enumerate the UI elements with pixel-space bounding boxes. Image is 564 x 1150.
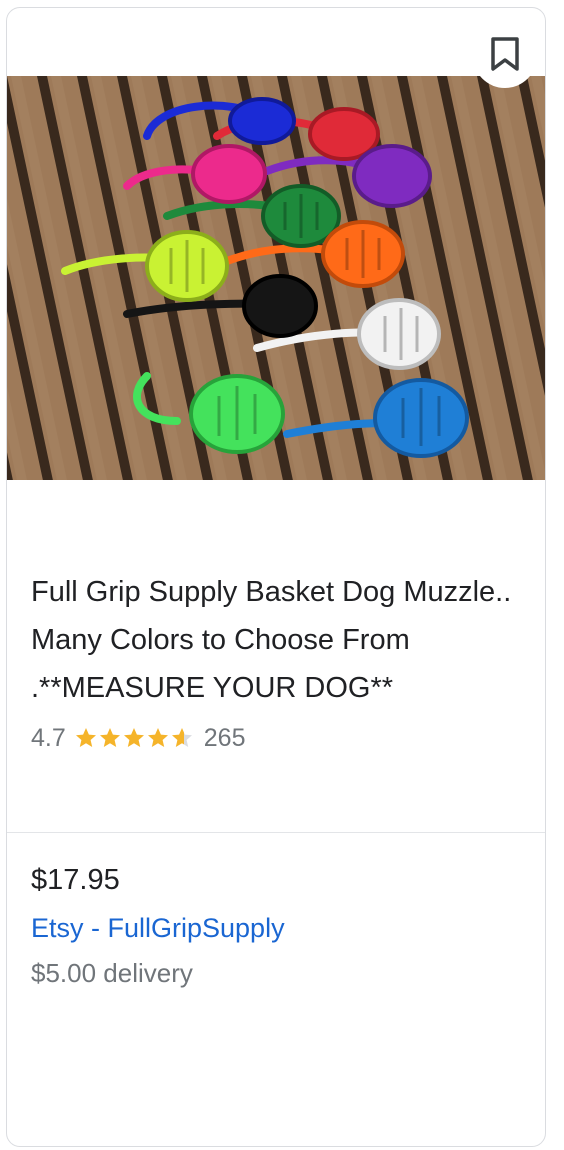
star-icon: [99, 728, 120, 747]
rating-value: 4.7: [31, 723, 66, 752]
rating-row: 4.7 265: [31, 720, 245, 756]
star-icon: [75, 728, 96, 747]
product-card[interactable]: Full Grip Supply Basket Dog Muzzle.. Man…: [6, 7, 546, 1147]
delivery-info: $5.00 delivery: [31, 958, 193, 988]
price: $17.95: [31, 864, 120, 896]
bookmark-icon: [490, 36, 520, 77]
star-icon: [123, 728, 144, 747]
divider: [7, 832, 545, 833]
product-title[interactable]: Full Grip Supply Basket Dog Muzzle.. Man…: [31, 568, 527, 712]
star-icon: [147, 728, 168, 747]
star-rating: [74, 726, 194, 750]
review-count[interactable]: 265: [204, 724, 246, 753]
half-star-icon: [171, 728, 192, 747]
seller-link[interactable]: Etsy - FullGripSupply: [31, 913, 285, 944]
product-image[interactable]: [7, 76, 545, 480]
save-button[interactable]: [473, 24, 537, 88]
